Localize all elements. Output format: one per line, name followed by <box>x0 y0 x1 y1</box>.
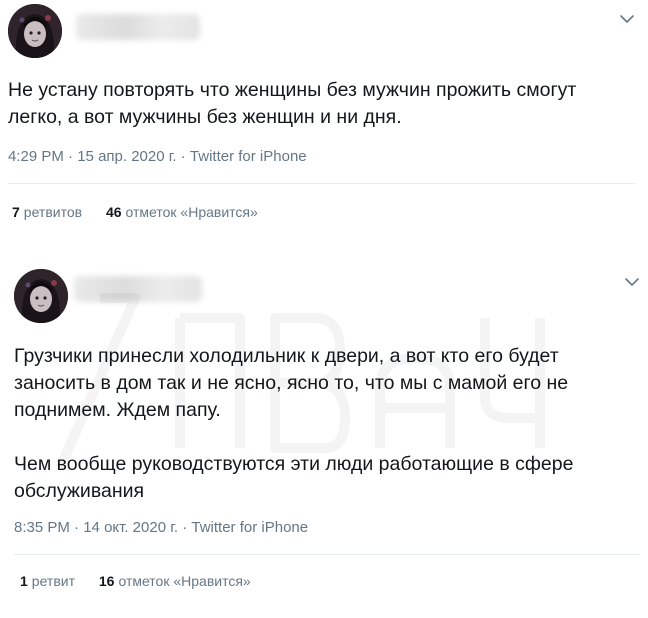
retweets-stat[interactable]: 7 ретвитов <box>12 204 82 220</box>
meta-separator: · <box>63 148 78 165</box>
retweets-stat[interactable]: 1 ретвит <box>20 573 75 589</box>
tweet-source[interactable]: Twitter for iPhone <box>190 148 307 165</box>
tweet-meta: 4:29 PM · 15 апр. 2020 г. · Twitter for … <box>8 148 307 165</box>
avatar-icon <box>14 269 68 323</box>
meta-separator: · <box>176 148 190 165</box>
tweet-stats: 1 ретвит 16 отметок «Нравится» <box>20 573 271 589</box>
likes-label: отметок «Нравится» <box>125 204 258 220</box>
tweet-date[interactable]: 15 апр. 2020 г. <box>77 148 176 165</box>
meta-separator: · <box>178 519 192 536</box>
tweet-text: Грузчики принесли холодильник к двери, а… <box>14 345 574 502</box>
likes-count: 46 <box>105 204 122 220</box>
author-name-blurred <box>76 14 200 40</box>
tweet-text: Не устану повторять что женщины без мужч… <box>8 79 577 128</box>
tweet-time[interactable]: 8:35 PM <box>14 519 70 536</box>
tweet-2: Грузчики принесли холодильник к двери, а… <box>0 258 648 618</box>
retweets-count: 1 <box>20 573 28 589</box>
likes-label: отметок «Нравится» <box>118 573 251 589</box>
tweet-date[interactable]: 14 окт. 2020 г. <box>83 519 178 536</box>
tweet-meta: 8:35 PM · 14 окт. 2020 г. · Twitter for … <box>14 519 308 536</box>
retweets-label: ретвит <box>31 573 75 589</box>
likes-stat[interactable]: 16 отметок «Нравится» <box>99 573 251 589</box>
tweet-1: Не устану повторять что женщины без мужч… <box>0 0 648 240</box>
divider <box>8 183 635 184</box>
retweets-label: ретвитов <box>23 204 83 220</box>
tweet-time[interactable]: 4:29 PM <box>8 148 64 165</box>
avatar[interactable] <box>14 269 68 323</box>
tweet-source[interactable]: Twitter for iPhone <box>191 519 308 536</box>
tweet-stats: 7 ретвитов 46 отметок «Нравится» <box>12 204 278 220</box>
likes-count: 16 <box>98 573 115 589</box>
chevron-down-icon[interactable] <box>623 275 641 289</box>
likes-stat[interactable]: 46 отметок «Нравится» <box>106 204 258 220</box>
chevron-down-icon[interactable] <box>618 12 636 26</box>
avatar-icon <box>8 4 62 58</box>
avatar[interactable] <box>8 4 62 58</box>
divider <box>14 554 640 555</box>
retweets-count: 7 <box>12 204 20 220</box>
meta-separator: · <box>69 519 84 536</box>
author-name-blurred <box>74 276 202 302</box>
